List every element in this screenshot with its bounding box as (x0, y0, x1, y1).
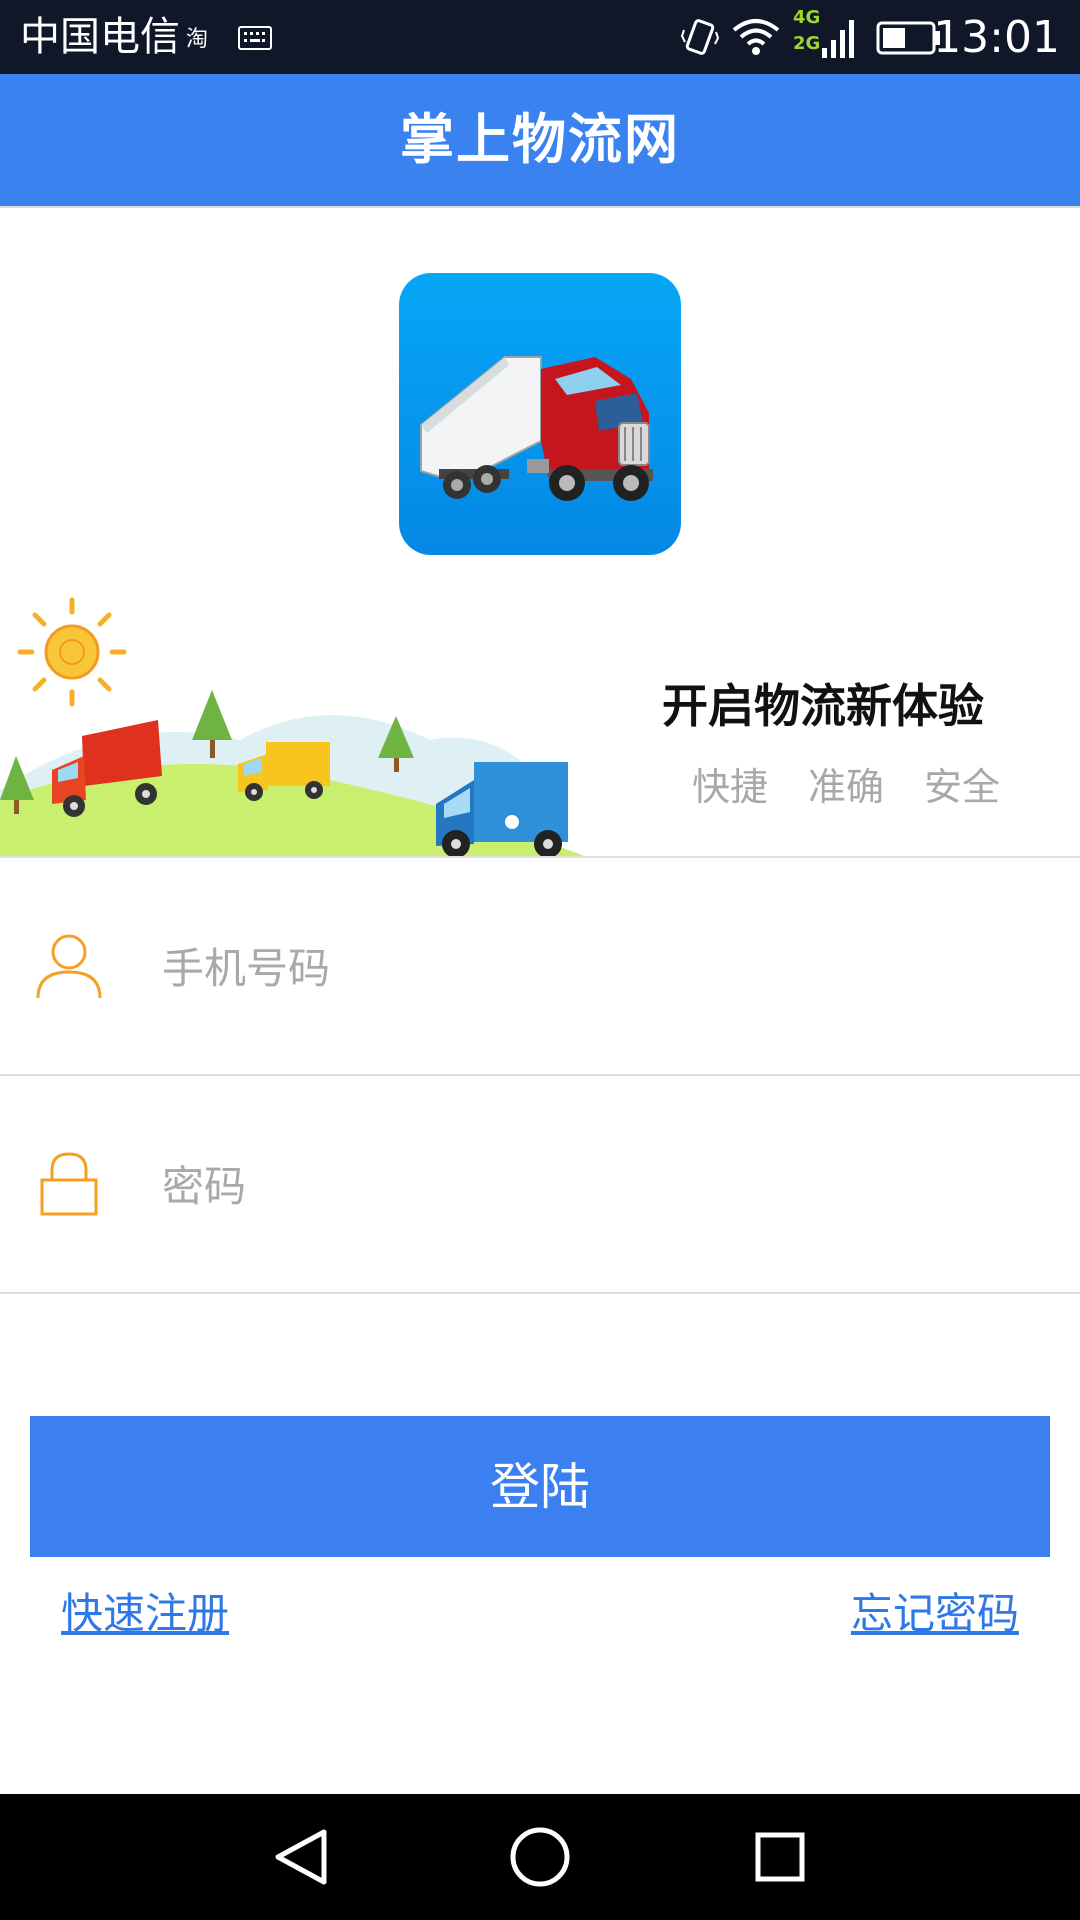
network-4g-label: 4G (793, 7, 821, 28)
svg-text:淘: 淘 (186, 27, 208, 52)
clock: 13:01 (933, 12, 1060, 63)
back-icon[interactable] (240, 1794, 360, 1920)
banner-tag-fast: 快捷 (692, 765, 769, 809)
page-title: 掌上物流网 (400, 108, 680, 171)
title-divider (0, 206, 1080, 208)
truck-logo-icon (420, 356, 653, 501)
register-link[interactable]: 快速注册 (61, 1586, 229, 1642)
login-button[interactable]: 登陆 (30, 1416, 1050, 1557)
battery-icon (876, 21, 940, 55)
banner-tag-safe: 安全 (924, 765, 1001, 809)
app-logo (399, 273, 681, 555)
phone-input[interactable] (160, 928, 1044, 1008)
network-2g-label: 2G (793, 33, 821, 54)
carrier-name: 中国电信 (20, 14, 180, 60)
status-bar: 中国电信 淘 4G 2G 13:01 (0, 0, 1080, 74)
vibrate-icon (680, 19, 720, 55)
banner-slogan: 开启物流新体验 (662, 679, 984, 733)
password-field-row (0, 1076, 1080, 1292)
app-title-bar: 掌上物流网 (0, 74, 1080, 206)
password-input[interactable] (160, 1146, 1044, 1226)
password-row-divider (0, 1292, 1080, 1294)
system-navigation-bar (0, 1794, 1080, 1920)
sun-icon (17, 597, 127, 707)
user-icon (36, 934, 102, 999)
wifi-icon (732, 19, 780, 55)
recent-apps-icon[interactable] (720, 1794, 840, 1920)
signal-icon (822, 20, 854, 58)
home-icon[interactable] (480, 1794, 600, 1920)
phone-field-row (0, 858, 1080, 1074)
taobao-notification-icon: 淘 (186, 27, 208, 52)
keyboard-icon (238, 26, 272, 50)
banner-tag-accurate: 准确 (808, 765, 885, 809)
forgot-password-link[interactable]: 忘记密码 (851, 1586, 1019, 1642)
banner-tags: 快捷 准确 安全 (692, 762, 1000, 812)
lock-icon (40, 1152, 98, 1216)
